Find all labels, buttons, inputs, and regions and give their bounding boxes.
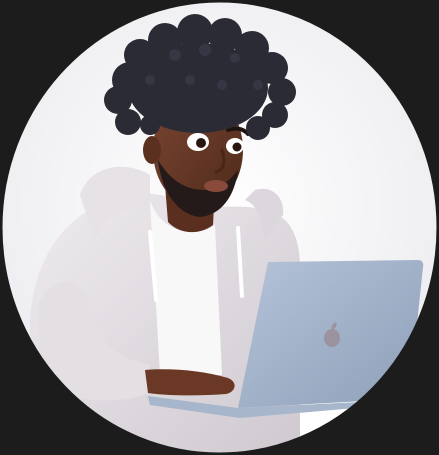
avatar-illustration	[0, 0, 439, 455]
mouth	[204, 180, 228, 192]
pupil-left	[196, 138, 206, 148]
image-frame	[0, 0, 439, 455]
ear	[143, 136, 161, 164]
pupil-right	[232, 142, 242, 152]
